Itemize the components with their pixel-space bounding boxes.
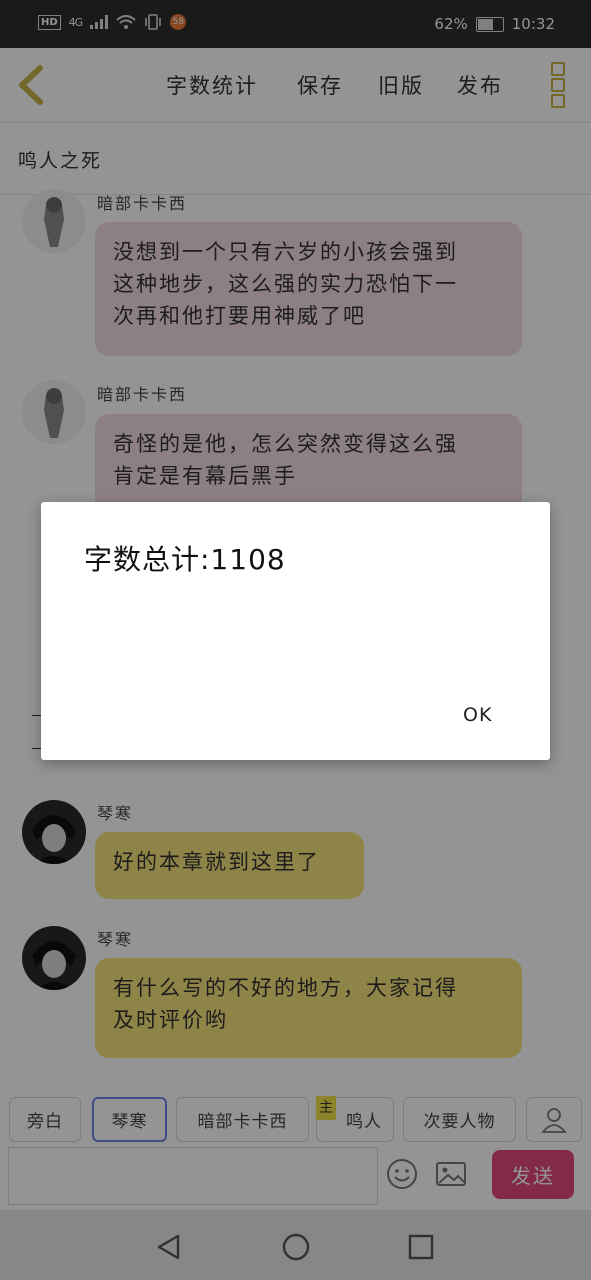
- word-count-dialog: 字数总计:1108 OK: [41, 502, 550, 760]
- dialog-message: 字数总计:1108: [84, 543, 286, 576]
- editor-screen: HD 4G 58 62% 10:32 字数统计 保存 旧版 发布 鸣人之死 暗部…: [0, 0, 591, 1280]
- ok-button[interactable]: OK: [453, 700, 502, 730]
